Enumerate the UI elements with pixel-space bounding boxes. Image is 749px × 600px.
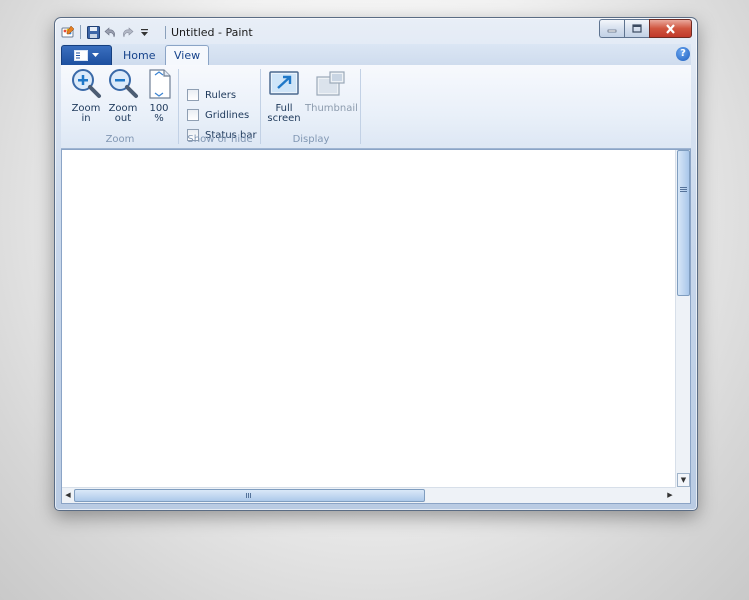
help-icon[interactable]: ?	[676, 47, 690, 61]
zoom-out-label-line2: out	[114, 113, 132, 124]
vertical-scroll-thumb[interactable]	[677, 150, 690, 296]
scroll-right-arrow-icon[interactable]: ▶	[665, 489, 675, 501]
drawing-canvas-area[interactable]: ▼ ◀ ▶	[61, 149, 691, 504]
scroll-grip	[680, 189, 687, 190]
tab-view[interactable]: View	[165, 45, 210, 66]
full-screen-icon	[268, 68, 300, 100]
window-title: Untitled - Paint	[165, 26, 253, 39]
gridlines-checkbox-box[interactable]	[187, 109, 199, 121]
zoom-100-label-line2: %	[154, 113, 164, 124]
quick-access-toolbar	[61, 24, 151, 40]
gridlines-checkbox[interactable]: Gridlines	[187, 108, 249, 122]
minimize-button[interactable]	[599, 19, 624, 38]
scroll-grip	[246, 493, 247, 498]
show-or-hide-group-label: Show or hide	[187, 134, 253, 145]
display-group-label: Display	[292, 134, 330, 145]
redo-icon[interactable]	[120, 25, 134, 39]
save-icon[interactable]	[86, 25, 100, 39]
show-or-hide-group: Rulers Gridlines Status bar Show or hide	[179, 65, 261, 148]
horizontal-scrollbar[interactable]: ◀ ▶	[62, 487, 676, 503]
chevron-down-icon	[92, 53, 99, 57]
scrollbar-corner	[676, 488, 690, 503]
rulers-checkbox[interactable]: Rulers	[187, 88, 236, 102]
page-100-icon	[143, 68, 175, 100]
scroll-grip	[680, 191, 687, 192]
zoom-out-icon	[107, 68, 139, 100]
full-screen-button[interactable]: Full screen	[267, 68, 301, 124]
minimize-icon	[607, 29, 617, 32]
thumbnail-button[interactable]: Thumbnail	[305, 68, 358, 114]
zoom-in-icon	[70, 68, 102, 100]
paint-window: Untitled - Paint Home View ? Zoom in Zoo…	[54, 17, 698, 511]
zoom-group-label: Zoom	[105, 134, 135, 145]
tab-home[interactable]: Home	[115, 48, 163, 65]
close-icon	[666, 23, 675, 34]
scroll-down-arrow-icon[interactable]: ▼	[677, 473, 690, 487]
maximize-icon	[632, 24, 642, 33]
full-screen-label-line2: screen	[267, 113, 301, 124]
vertical-scrollbar[interactable]: ▼	[675, 150, 690, 488]
zoom-in-button[interactable]: Zoom in	[69, 68, 103, 124]
close-button[interactable]	[649, 19, 692, 38]
scroll-grip	[248, 493, 249, 498]
ribbon-view-panel: Zoom in Zoom out 100 % Zoom Rulers Gridl…	[61, 65, 691, 149]
scroll-grip	[250, 493, 251, 498]
zoom-out-button[interactable]: Zoom out	[106, 68, 140, 124]
zoom-group: Zoom in Zoom out 100 % Zoom	[61, 65, 179, 148]
title-bar[interactable]: Untitled - Paint	[55, 18, 697, 44]
scroll-grip	[680, 187, 687, 188]
thumbnail-label: Thumbnail	[305, 103, 358, 114]
group-separator	[360, 69, 361, 144]
qat-separator	[80, 25, 81, 39]
rulers-checkbox-box[interactable]	[187, 89, 199, 101]
zoom-100-button[interactable]: 100 %	[142, 68, 176, 124]
paint-app-icon[interactable]	[61, 25, 75, 39]
horizontal-scroll-thumb[interactable]	[74, 489, 425, 502]
display-group: Full screen Thumbnail Display	[261, 65, 361, 148]
undo-icon[interactable]	[103, 25, 117, 39]
thumbnail-icon	[315, 68, 347, 100]
qat-dropdown-icon[interactable]	[137, 25, 151, 39]
zoom-in-label-line2: in	[81, 113, 91, 124]
application-menu-button[interactable]	[61, 45, 112, 66]
menu-icon	[74, 50, 88, 61]
maximize-button[interactable]	[624, 19, 649, 38]
caption-buttons	[599, 19, 692, 38]
gridlines-label: Gridlines	[205, 109, 250, 121]
rulers-label: Rulers	[205, 89, 237, 101]
scroll-left-arrow-icon[interactable]: ◀	[63, 489, 73, 501]
ribbon-tab-row: Home View ?	[61, 44, 691, 66]
